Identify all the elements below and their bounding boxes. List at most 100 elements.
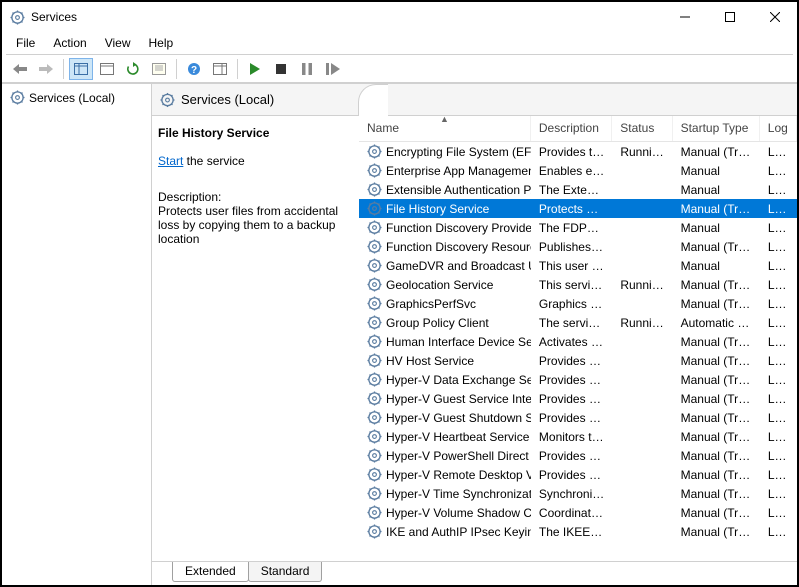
service-startup: Manual (Trig... [673,449,760,463]
menu-help[interactable]: Help [141,34,182,52]
service-row[interactable]: Hyper-V Guest Shutdown S...Provides a ..… [359,408,797,427]
service-name: Extensible Authentication P... [386,183,531,197]
service-name: Function Discovery Provide... [386,221,531,235]
start-service-link-row: Start the service [158,154,349,168]
show-hide-tree-button[interactable] [69,58,93,80]
pause-service-button[interactable] [295,58,319,80]
service-row[interactable]: Geolocation ServiceThis service ...Runni… [359,275,797,294]
right-pane-header: Services (Local) [152,84,797,116]
service-startup: Manual [673,164,760,178]
service-description: Provides an ... [531,354,612,368]
tab-standard[interactable]: Standard [248,562,323,582]
menu-file[interactable]: File [8,34,43,52]
service-description: Provides a ... [531,411,612,425]
gear-icon [367,334,382,349]
service-name: Hyper-V Guest Service Inter... [386,392,531,406]
service-row[interactable]: Function Discovery Resourc...Publishes t… [359,237,797,256]
service-row[interactable]: HV Host Service Provides an ... Manual (Tr… [359,351,797,370]
service-name: GraphicsPerfSvc [386,297,476,311]
refresh-button[interactable] [121,58,145,80]
restart-service-button[interactable] [321,58,345,80]
service-row[interactable]: Human Interface Device Ser...Activates a… [359,332,797,351]
forward-button[interactable] [34,58,58,80]
service-startup: Manual (Trig... [673,202,760,216]
column-header-status[interactable]: Status [612,116,672,141]
start-tail: the service [183,154,244,168]
service-row[interactable]: GraphicsPerfSvcGraphics pe...Manual (Tri… [359,294,797,313]
service-logon: Loca [760,335,797,349]
service-logon: Loca [760,487,797,501]
service-row[interactable]: Hyper-V Guest Service Inter...Provides a… [359,389,797,408]
stop-service-button[interactable] [269,58,293,80]
gear-icon [367,144,382,159]
service-logon: Loca [760,411,797,425]
services-list[interactable]: Encrypting File System (EFS)Provides th.… [359,142,797,561]
service-row[interactable]: Hyper-V Heartbeat ServiceMonitors th...M… [359,427,797,446]
gear-icon [367,353,382,368]
selected-service-title: File History Service [158,126,349,140]
maximize-button[interactable] [707,2,752,32]
titlebar: Services [2,2,797,32]
service-startup: Manual (Trig... [673,240,760,254]
service-logon: Loca [760,506,797,520]
service-name: Human Interface Device Ser... [386,335,531,349]
service-startup: Manual (Trig... [673,411,760,425]
service-name: Enterprise App Managemen... [386,164,531,178]
service-startup: Manual (Trig... [673,354,760,368]
properties-button[interactable] [147,58,171,80]
tree-root-label: Services (Local) [29,91,115,105]
service-row[interactable]: Encrypting File System (EFS)Provides th.… [359,142,797,161]
service-startup: Manual (Trig... [673,145,760,159]
tab-extended[interactable]: Extended [172,562,249,582]
menu-view[interactable]: View [97,34,139,52]
service-name: Encrypting File System (EFS) [386,145,531,159]
service-logon: Loca [760,468,797,482]
start-service-link[interactable]: Start [158,154,183,168]
service-name: HV Host Service [386,354,474,368]
service-row[interactable]: Hyper-V Remote Desktop Vi...Provides a p… [359,465,797,484]
service-logon: Loca [760,259,797,273]
close-button[interactable] [752,2,797,32]
service-row[interactable]: Function Discovery Provide...The FDPHO..… [359,218,797,237]
service-name: Geolocation Service [386,278,493,292]
service-row[interactable]: IKE and AuthIP IPsec Keying...The IKEEXT… [359,522,797,541]
service-logon: Loca [760,449,797,463]
service-row[interactable]: Hyper-V PowerShell Direct ...Provides a … [359,446,797,465]
start-service-button[interactable] [243,58,267,80]
column-header-logon[interactable]: Log [760,116,797,141]
help-button[interactable]: ? [182,58,206,80]
service-name: Group Policy Client [386,316,489,330]
column-header-startup[interactable]: Startup Type [673,116,760,141]
service-row[interactable]: Hyper-V Time Synchronizati...Synchronize… [359,484,797,503]
tree-root-services-local[interactable]: Services (Local) [6,88,147,107]
service-startup: Manual (Trig... [673,335,760,349]
service-row[interactable]: GameDVR and Broadcast Us...This user ser… [359,256,797,275]
gear-icon [367,163,382,178]
gear-icon [367,467,382,482]
service-name: GameDVR and Broadcast Us... [386,259,531,273]
export-list-button[interactable] [95,58,119,80]
service-logon: Loca [760,392,797,406]
minimize-button[interactable] [662,2,707,32]
action-pane-button[interactable] [208,58,232,80]
service-startup: Manual (Trig... [673,525,760,539]
service-row[interactable]: Group Policy ClientThe service i...Runni… [359,313,797,332]
menu-action[interactable]: Action [45,34,94,52]
service-row[interactable]: Hyper-V Data Exchange Ser...Provides a .… [359,370,797,389]
service-description: The service i... [531,316,612,330]
service-row[interactable]: File History ServiceProtects use...Manua… [359,199,797,218]
service-description: The Extensi... [531,183,612,197]
service-startup: Manual (Trig... [673,468,760,482]
column-header-description[interactable]: Description [531,116,612,141]
gear-icon [367,410,382,425]
service-row[interactable]: Extensible Authentication P...The Extens… [359,180,797,199]
gear-icon [367,239,382,254]
gear-icon [367,182,382,197]
service-startup: Manual [673,183,760,197]
app-icon [10,10,25,25]
column-header-name[interactable]: ▲Name [359,116,531,141]
service-row[interactable]: Enterprise App Managemen...Enables ent..… [359,161,797,180]
service-description: Monitors th... [531,430,612,444]
service-row[interactable]: Hyper-V Volume Shadow C...Coordinates...… [359,503,797,522]
back-button[interactable] [8,58,32,80]
